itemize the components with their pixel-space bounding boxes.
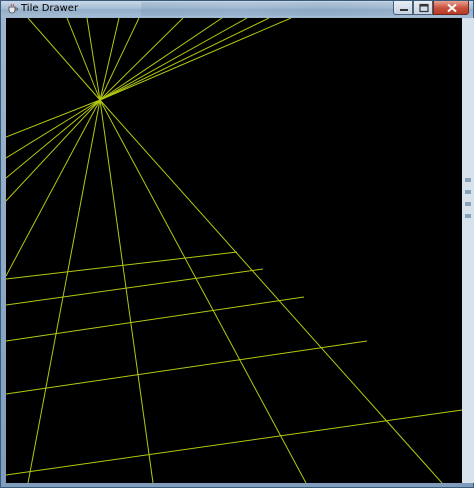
- radial-line: [66, 18, 101, 101]
- cross-line: [6, 409, 462, 476]
- background-taskbar-ghost: [141, 2, 401, 16]
- maximize-icon: [419, 3, 429, 13]
- frame-notch: [465, 190, 471, 194]
- radial-line: [99, 18, 120, 101]
- radial-line: [6, 99, 101, 179]
- caption-buttons: [393, 1, 469, 16]
- radial-line: [99, 18, 270, 101]
- radial-line: [99, 18, 292, 101]
- radial-line: [99, 18, 184, 101]
- close-button[interactable]: [433, 1, 469, 15]
- radial-line: [6, 99, 101, 202]
- minimize-icon: [400, 9, 408, 11]
- radial-line: [6, 99, 101, 159]
- radial-line: [99, 99, 307, 483]
- window-title: Tile Drawer: [21, 3, 79, 14]
- radial-line: [6, 99, 101, 138]
- java-coffee-cup-icon: [8, 3, 18, 14]
- drawing-canvas[interactable]: [6, 18, 462, 483]
- radial-line: [99, 18, 223, 101]
- radial-line: [99, 99, 443, 483]
- window-right-frame: [462, 18, 474, 483]
- radial-line: [99, 18, 140, 101]
- radial-line: [99, 99, 154, 483]
- cross-line: [6, 340, 368, 395]
- perspective-grid: [6, 18, 462, 483]
- maximize-button[interactable]: [413, 1, 433, 15]
- radial-line: [27, 99, 101, 483]
- title-bar[interactable]: Tile Drawer: [1, 1, 473, 17]
- minimize-button[interactable]: [393, 1, 413, 15]
- close-icon: [447, 3, 457, 13]
- app-window: Tile Drawer: [0, 0, 474, 488]
- radial-line: [6, 99, 101, 277]
- frame-notch: [465, 178, 471, 182]
- radial-line: [99, 18, 248, 101]
- frame-notch: [465, 214, 471, 218]
- cross-line: [6, 296, 305, 342]
- frame-notch: [465, 202, 471, 206]
